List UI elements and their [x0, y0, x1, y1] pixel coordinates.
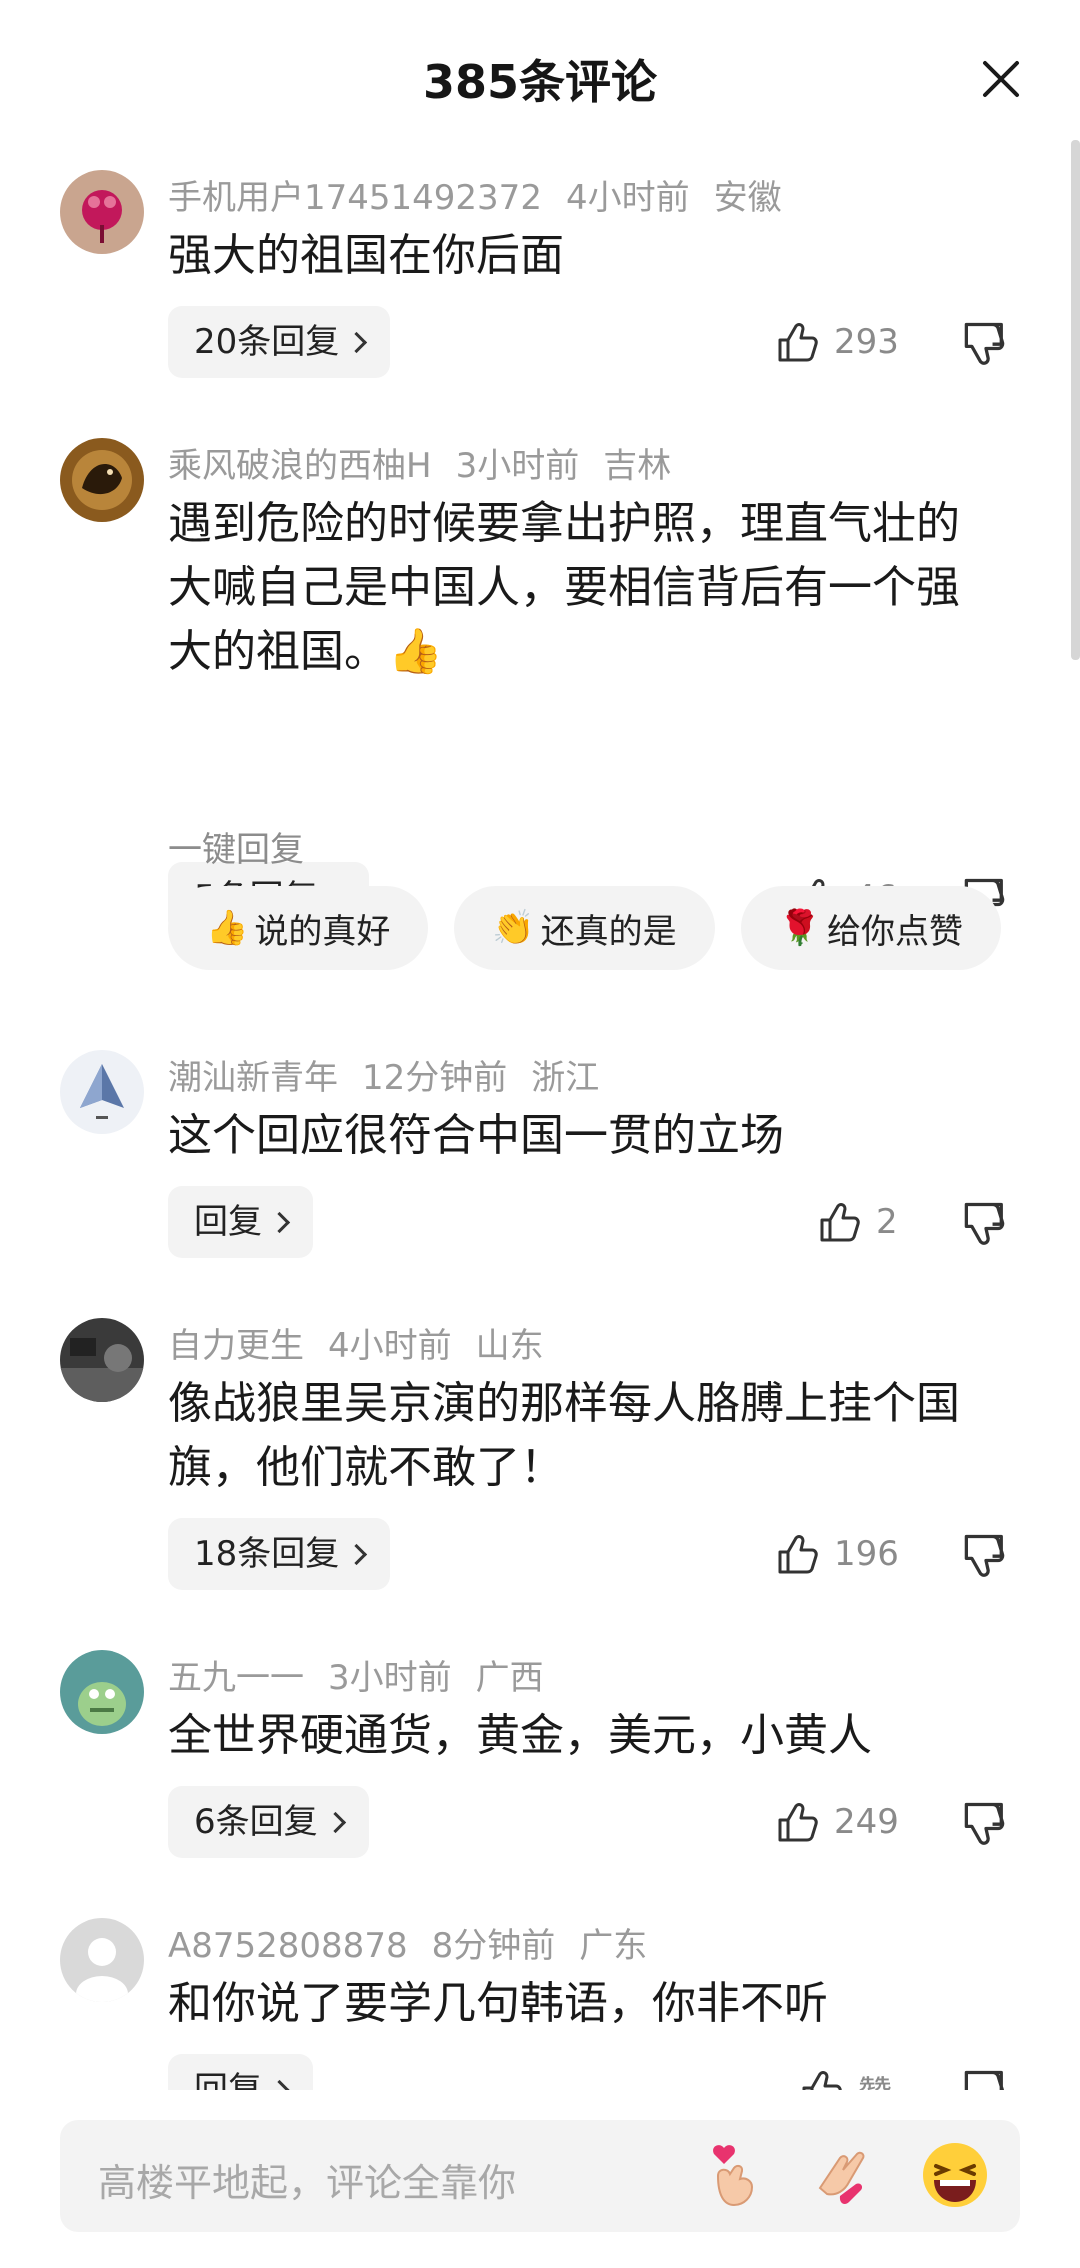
reply-label: 回复	[194, 2070, 262, 2090]
comment-item: A8752808878 8分钟前广东 和你说了要学几句韩语，你非不听 回复 赞	[0, 1898, 1080, 2090]
comment-time: 3小时前	[455, 446, 580, 486]
chevron-right-icon	[268, 2079, 291, 2090]
comment-meta: 自力更生 4小时前 山东	[168, 1318, 568, 1367]
clap-emoji-icon: 👏	[492, 908, 535, 948]
avatar[interactable]	[60, 1050, 144, 1134]
rose-emoji-icon: 🌹	[778, 908, 822, 948]
quick-reply-chips: 👍 说的真好 👏 还真的是 🌹 给你点赞	[168, 886, 1027, 970]
comment-item: 手机用户17451492372 4小时前 安徽 强大的祖国在你后面 20条回复 29…	[0, 150, 1080, 420]
clap-emoji-icon[interactable]	[806, 2136, 884, 2214]
comment-time: 3小时前	[328, 1658, 452, 1698]
view-replies-button[interactable]: 6条回复	[168, 1786, 369, 1858]
comment-meta: A8752808878 8分钟前 广东	[168, 1918, 671, 1967]
chip-label: 还真的是	[540, 911, 677, 952]
avatar[interactable]	[60, 170, 144, 254]
like-button[interactable]: 2	[818, 1186, 898, 1258]
username[interactable]: 五九一一	[168, 1658, 304, 1698]
thumbs-up-icon	[778, 1803, 818, 1842]
comment-location: 广东	[579, 1926, 648, 1966]
reply-label: 回复	[194, 1202, 262, 1242]
reply-label: 20条回复	[194, 322, 340, 362]
thumbs-up-icon	[778, 323, 818, 362]
thumbs-up-icon	[778, 1535, 818, 1574]
chip-label: 给你点赞	[827, 911, 964, 952]
reply-label: 18条回复	[194, 1534, 340, 1574]
laughing-emoji-icon[interactable]	[916, 2136, 994, 2214]
thumbs-up-emoji-icon: 👍	[206, 908, 249, 948]
finger-heart-emoji-icon[interactable]	[696, 2136, 774, 2214]
comment-text: 这个回应很符合中国一贯的立场	[168, 1110, 784, 1161]
reply-label: 6条回复	[194, 1802, 318, 1842]
view-replies-button[interactable]: 20条回复	[168, 306, 391, 378]
comment-time: 4小时前	[328, 1326, 452, 1366]
comment-location: 山东	[475, 1326, 544, 1366]
quick-reply-chip[interactable]: 🌹 给你点赞	[740, 886, 1002, 970]
like-button[interactable]: 196	[776, 1518, 899, 1590]
comments-title: 385条评论	[422, 55, 658, 109]
comment-text: 全世界硬通货，黄金，美元，小黄人	[168, 1710, 872, 1761]
comment-text: 遇到危险的时候要拿出护照，理直气壮的大喊自己是中国人，要相信背后有一个强大的祖国…	[168, 498, 960, 677]
comment-input-bar: 高楼平地起，评论全靠你	[0, 2090, 1080, 2268]
chevron-right-icon	[268, 1211, 291, 1234]
chevron-right-icon	[346, 1543, 368, 1566]
comment-item: 潮汕新青年 12分钟前 浙江 这个回应很符合中国一贯的立场 回复 2	[0, 1030, 1080, 1300]
close-icon[interactable]	[980, 58, 1022, 100]
username[interactable]: 自力更生	[168, 1326, 304, 1366]
comment-location: 浙江	[531, 1058, 600, 1098]
like-button[interactable]: 249	[776, 1786, 899, 1858]
thumbs-down-icon[interactable]	[962, 318, 1010, 366]
like-button[interactable]: 赞	[800, 2054, 892, 2090]
avatar[interactable]	[60, 1918, 144, 2002]
comment-time: 8分钟前	[431, 1926, 556, 1966]
avatar[interactable]	[60, 1318, 144, 1402]
username[interactable]: 潮汕新青年	[168, 1058, 338, 1098]
comment-location: 吉林	[603, 446, 672, 486]
comment-list: 手机用户17451492372 4小时前 安徽 强大的祖国在你后面 20条回复 29…	[0, 150, 1080, 2090]
like-count: 249	[834, 1802, 899, 1842]
view-replies-button[interactable]: 回复	[168, 2054, 313, 2090]
thumbs-down-icon[interactable]	[962, 1198, 1010, 1246]
username[interactable]: A8752808878	[168, 1926, 408, 1966]
thumbs-up-icon	[820, 1203, 860, 1242]
avatar[interactable]	[60, 438, 144, 522]
chevron-right-icon	[324, 1811, 346, 1834]
comment-time: 12分钟前	[362, 1058, 508, 1098]
like-count: 293	[834, 322, 899, 362]
quick-reply-label: 一键回复	[168, 830, 304, 870]
quick-reply-chip[interactable]: 👏 还真的是	[454, 886, 715, 970]
view-replies-button[interactable]: 18条回复	[168, 1518, 391, 1590]
like-count: 赞	[858, 2066, 892, 2091]
thumbs-up-icon	[802, 2071, 842, 2090]
comment-location: 广西	[475, 1658, 544, 1698]
comment-item: 五九一一 3小时前 广西 全世界硬通货，黄金，美元，小黄人 6条回复 249	[0, 1630, 1080, 1898]
comment-meta: 乘风破浪的西柚H 3小时前 吉林	[168, 438, 695, 487]
comments-header: 385条评论	[0, 0, 1080, 150]
view-replies-button[interactable]: 回复	[168, 1186, 313, 1258]
chip-label: 说的真好	[254, 911, 391, 952]
comment-meta: 手机用户17451492372 4小时前 安徽	[168, 170, 806, 219]
username[interactable]: 乘风破浪的西柚H	[168, 446, 432, 486]
comment-text: 像战狼里吴京演的那样每人胳膊上挂个国旗，他们就不敢了！	[168, 1378, 960, 1493]
thumbs-down-icon[interactable]	[962, 1798, 1010, 1846]
thumbs-down-icon[interactable]	[962, 1530, 1010, 1578]
like-count: 196	[834, 1534, 899, 1574]
like-button[interactable]: 293	[776, 306, 899, 378]
comment-text: 强大的祖国在你后面	[168, 230, 564, 281]
input-placeholder: 高楼平地起，评论全靠你	[98, 2161, 517, 2205]
comment-item: 乘风破浪的西柚H 3小时前 吉林 遇到危险的时候要拿出护照，理直气壮的大喊自己是中国…	[0, 418, 1080, 958]
comment-input[interactable]: 高楼平地起，评论全靠你	[60, 2120, 1020, 2232]
thumbs-down-icon[interactable]	[962, 2066, 1010, 2090]
comment-time: 4小时前	[565, 178, 690, 218]
avatar[interactable]	[60, 1650, 144, 1734]
comment-item: 自力更生 4小时前 山东 像战狼里吴京演的那样每人胳膊上挂个国旗，他们就不敢了！ 1…	[0, 1298, 1080, 1630]
chevron-right-icon	[346, 331, 368, 354]
comment-meta: 五九一一 3小时前 广西	[168, 1650, 568, 1699]
comment-text: 和你说了要学几句韩语，你非不听	[168, 1978, 828, 2029]
username[interactable]: 手机用户17451492372	[168, 178, 542, 218]
comment-meta: 潮汕新青年 12分钟前 浙江	[168, 1050, 623, 1099]
comment-location: 安徽	[713, 178, 782, 218]
quick-reply-chip[interactable]: 👍 说的真好	[168, 886, 429, 970]
like-count: 2	[876, 1202, 898, 1242]
